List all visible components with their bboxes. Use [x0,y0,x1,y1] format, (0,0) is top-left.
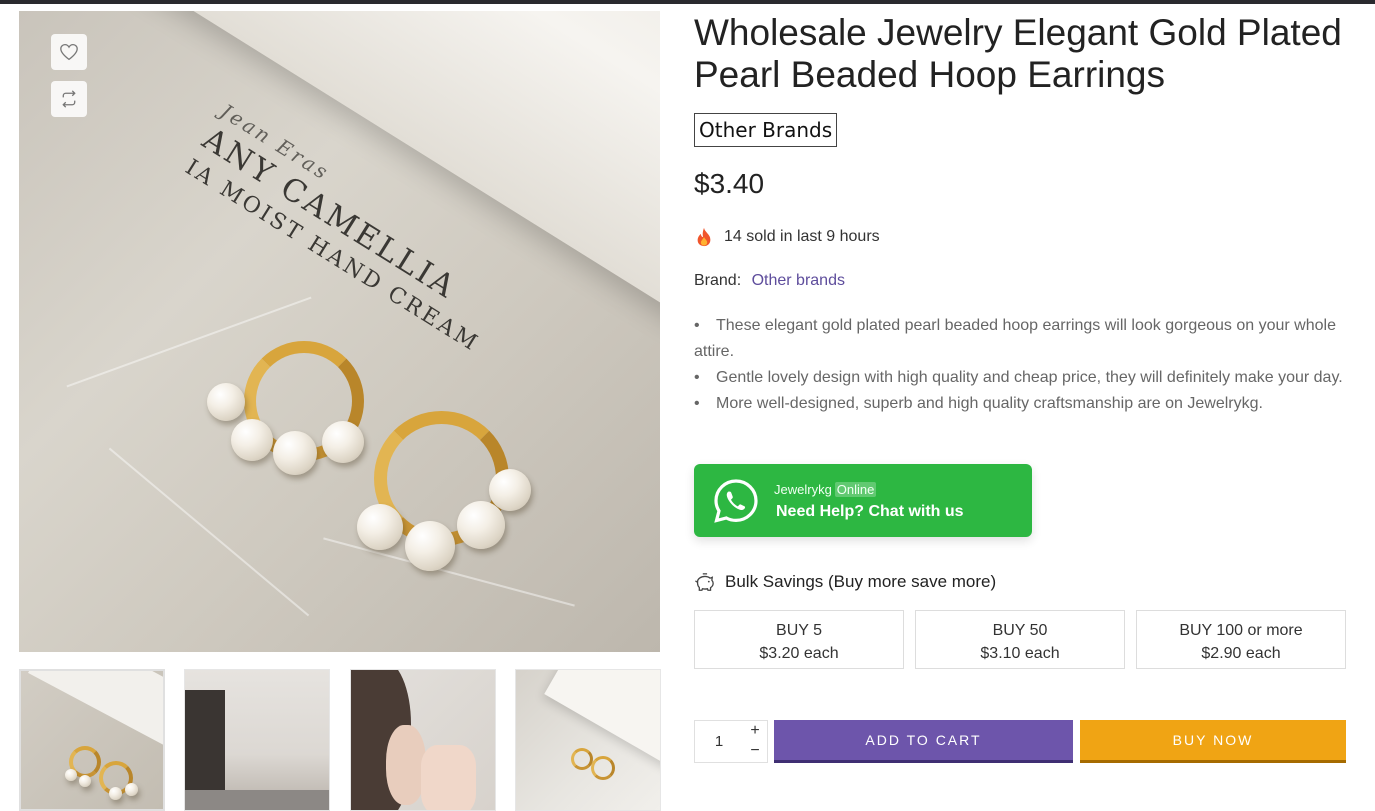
pearl [273,431,317,475]
buy-now-button[interactable]: BUY NOW [1080,720,1346,763]
pearl [489,469,531,511]
thumbnail-1[interactable] [19,669,165,811]
add-to-cart-button[interactable]: ADD TO CART [774,720,1073,763]
pearl [322,421,364,463]
whatsapp-chat-button[interactable]: Jewelrykg Online Need Help? Chat with us [694,464,1032,537]
thumbnail-2[interactable] [184,669,330,811]
tier-qty: BUY 50 [992,622,1048,639]
top-bar [0,0,1375,4]
compare-button[interactable] [51,81,87,117]
tier-qty: BUY 5 [776,622,822,639]
thumbnail-3[interactable] [350,669,496,811]
sold-counter: 14 sold in last 9 hours [694,227,880,247]
paper-crease [108,447,310,617]
piggy-bank-icon [694,572,714,591]
online-status-badge: Online [834,482,877,497]
brand-label: Brand: [694,272,742,289]
pearl [231,419,273,461]
compare-icon [62,90,76,108]
pearl [207,383,245,421]
wishlist-button[interactable] [51,34,87,70]
product-price: $3.40 [694,168,765,199]
pearl [357,504,403,550]
pearl [405,521,455,571]
whatsapp-cta: Need Help? Chat with us [776,503,964,520]
bulk-tier-100[interactable]: BUY 100 or more $2.90 each [1136,610,1346,669]
quantity-increase-button[interactable]: + [743,721,767,741]
description-item: • These elegant gold plated pearl beaded … [694,317,1336,360]
description-item: • More well-designed, superb and high qua… [694,395,1263,412]
product-title: Wholesale Jewelry Elegant Gold Plated Pe… [694,12,1342,95]
pearl [457,501,505,549]
bulk-savings-title: Bulk Savings (Buy more save more) [694,572,996,592]
whatsapp-icon [714,479,758,523]
sold-text: 14 sold in last 9 hours [724,228,880,245]
thumbnail-4[interactable] [515,669,661,811]
heart-icon [60,43,78,61]
tier-price: $2.90 each [1201,645,1281,662]
quantity-input[interactable] [695,721,743,762]
tier-price: $3.10 each [980,645,1060,662]
description-item: • Gentle lovely design with high quality … [694,369,1343,386]
bulk-tier-5[interactable]: BUY 5 $3.20 each [694,610,904,669]
fire-icon [697,227,711,247]
bulk-savings-text: Bulk Savings (Buy more save more) [725,572,997,591]
main-product-image[interactable]: Jean Eras ANY CAMELLIA IA MOIST HAND CRE… [19,11,660,652]
tier-price: $3.20 each [759,645,839,662]
whatsapp-agent-name: Jewelrykg Online [774,482,877,497]
tier-qty: BUY 100 or more [1179,622,1303,639]
brand-link[interactable]: Other brands [752,272,845,289]
brand-line: Brand: Other brands [694,272,845,290]
bulk-tier-50[interactable]: BUY 50 $3.10 each [915,610,1125,669]
product-description: • These elegant gold plated pearl beaded … [694,313,1344,417]
quantity-stepper[interactable]: + − [694,720,768,763]
quantity-decrease-button[interactable]: − [743,741,767,761]
brand-badge[interactable]: Other Brands [694,113,838,147]
